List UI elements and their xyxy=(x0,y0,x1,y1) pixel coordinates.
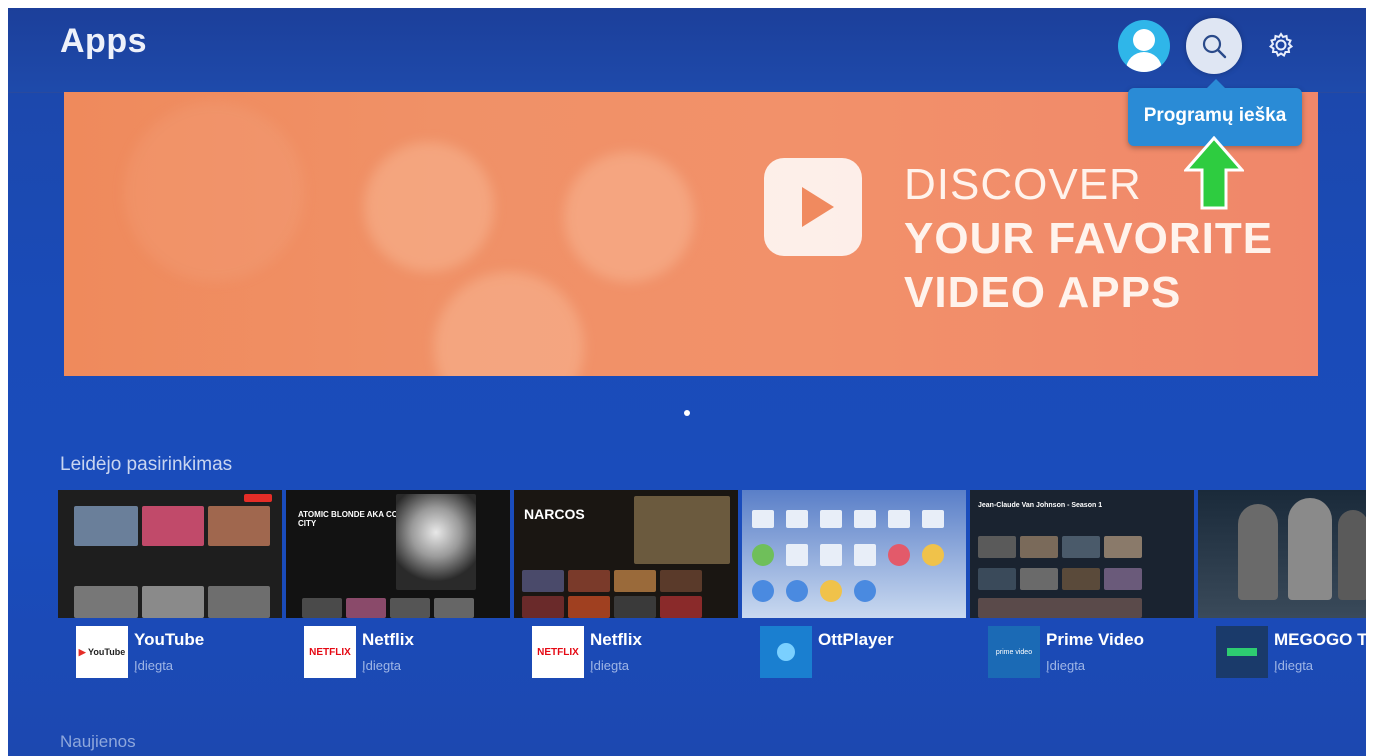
app-name: OttPlayer xyxy=(818,630,894,649)
app-preview xyxy=(58,490,282,618)
ottplayer-logo xyxy=(760,626,812,678)
app-name: YouTube xyxy=(134,630,205,649)
page-title: Apps xyxy=(60,22,147,60)
tv-screen: Apps DISCOVER YOUR FAVORITE VIDEO APPS P… xyxy=(8,8,1366,756)
banner-line-2: YOUR FAVORITE xyxy=(904,214,1274,263)
search-icon xyxy=(1202,34,1227,59)
search-button[interactable] xyxy=(1186,18,1242,74)
megogo-logo xyxy=(1216,626,1268,678)
app-status: Įdiegta xyxy=(590,658,630,673)
arrow-up-icon xyxy=(1184,136,1244,210)
app-status: Įdiegta xyxy=(1046,658,1086,673)
gear-icon xyxy=(1268,32,1294,57)
play-icon xyxy=(764,158,862,256)
app-row: ▶ YouTube YouTube Įdiegta ATOMIC BLONDE … xyxy=(58,490,1366,690)
app-name: Netflix xyxy=(362,630,414,649)
banner-line-1: DISCOVER xyxy=(904,160,1142,209)
app-preview: Jean-Claude Van Johnson - Season 1 xyxy=(970,490,1194,618)
app-status: Įdiegta xyxy=(134,658,174,673)
app-preview: ATOMIC BLONDE AKA COLDEST CITY xyxy=(286,490,510,618)
app-tile-netflix[interactable]: ATOMIC BLONDE AKA COLDEST CITY NETFLIX N… xyxy=(286,490,510,686)
youtube-logo: ▶ YouTube xyxy=(76,626,128,678)
prime-video-logo: prime video xyxy=(988,626,1040,678)
app-tile-youtube[interactable]: ▶ YouTube YouTube Įdiegta xyxy=(58,490,282,686)
app-status: Įdiegta xyxy=(1274,658,1314,673)
preview-title: Jean-Claude Van Johnson - Season 1 xyxy=(978,502,1103,509)
app-tile-prime-video[interactable]: Jean-Claude Van Johnson - Season 1 prime… xyxy=(970,490,1194,686)
preview-title: NARCOS xyxy=(524,506,585,522)
app-status: Įdiegta xyxy=(362,658,402,673)
app-preview xyxy=(1198,490,1366,618)
app-name: Netflix xyxy=(590,630,642,649)
app-preview: NARCOS xyxy=(514,490,738,618)
app-name: MEGOGO TE xyxy=(1274,630,1366,649)
app-tile-netflix-2[interactable]: NARCOS NETFLIX Netflix Įdiegta xyxy=(514,490,738,686)
settings-button[interactable] xyxy=(1266,30,1296,60)
top-bar: Apps xyxy=(8,8,1366,93)
netflix-logo: NETFLIX xyxy=(304,626,356,678)
carousel-indicator[interactable] xyxy=(684,410,690,416)
section-title-featured: Leidėjo pasirinkimas xyxy=(60,454,233,475)
netflix-logo: NETFLIX xyxy=(532,626,584,678)
section-title-news: Naujienos xyxy=(60,732,136,751)
banner-line-3: VIDEO APPS xyxy=(904,268,1182,317)
app-tile-ottplayer[interactable]: OttPlayer xyxy=(742,490,966,686)
app-preview xyxy=(742,490,966,618)
user-icon[interactable] xyxy=(1118,20,1170,72)
app-name: Prime Video xyxy=(1046,630,1144,649)
app-tile-megogo[interactable]: MEGOGO TE Įdiegta xyxy=(1198,490,1366,686)
